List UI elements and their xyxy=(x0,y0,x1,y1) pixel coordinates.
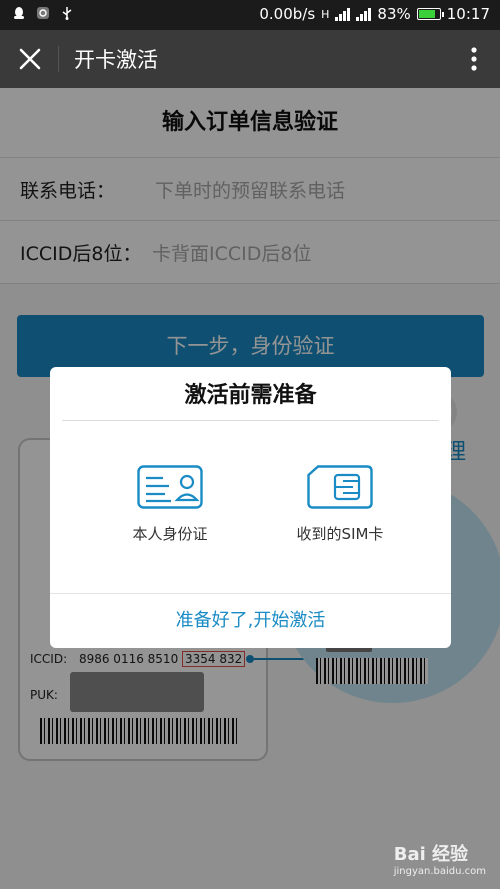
signal-icon xyxy=(335,7,351,21)
requirement-sim-card: 收到的SIM卡 xyxy=(260,465,420,544)
signal-icon-2 xyxy=(356,7,372,21)
sim-card-icon xyxy=(307,465,373,509)
status-bar: 0.00b/s H 83% 10:17 xyxy=(0,0,500,30)
sim-card-label: 收到的SIM卡 xyxy=(296,525,384,543)
more-vertical-icon[interactable] xyxy=(464,43,484,75)
id-card-label: 本人身份证 xyxy=(132,525,208,543)
dialog-title: 激活前需准备 xyxy=(184,383,317,408)
clock: 10:17 xyxy=(446,5,490,23)
status-icons-right: 0.00b/s H 83% 10:17 xyxy=(259,5,490,23)
qq-icon xyxy=(14,7,24,19)
start-activation-button[interactable]: 准备好了,开始激活 xyxy=(50,594,451,648)
id-card-icon xyxy=(137,465,203,509)
baidu-jingyan-watermark: Bai 经验 jingyan.baidu.com xyxy=(394,840,486,877)
preparation-dialog: 激活前需准备 本人身份证 收到的SIM卡 准备好了,开始激活 xyxy=(50,367,451,648)
close-icon[interactable] xyxy=(14,43,46,75)
usb-icon xyxy=(62,7,72,20)
battery-percent: 83% xyxy=(377,5,411,23)
header-divider xyxy=(58,46,59,72)
page-title: 开卡激活 xyxy=(74,48,158,72)
app-notification-icon xyxy=(37,7,49,19)
battery-icon xyxy=(416,8,444,20)
network-type: H xyxy=(321,7,330,21)
requirement-id-card: 本人身份证 xyxy=(90,465,250,544)
status-icons-left xyxy=(12,6,74,20)
network-speed: 0.00b/s xyxy=(259,5,316,23)
watermark-text: Bai 经验 xyxy=(393,844,469,865)
watermark-url: jingyan.baidu.com xyxy=(393,866,486,877)
battery-fill xyxy=(418,10,436,18)
app-header: 开卡激活 xyxy=(0,30,500,88)
dialog-divider xyxy=(62,420,439,421)
